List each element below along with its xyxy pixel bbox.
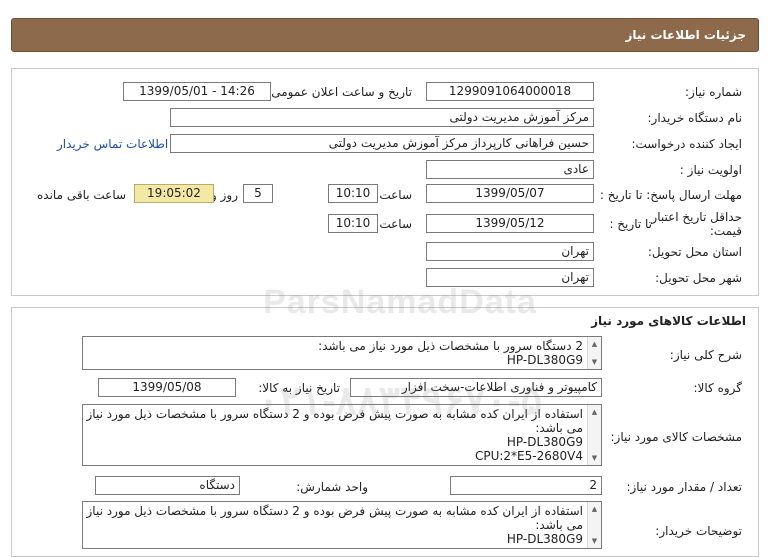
summary-line: 2 دستگاه سرور با مشخصات ذیل مورد نیاز می… bbox=[318, 339, 583, 353]
specs-line: می باشد: bbox=[535, 421, 583, 435]
need-number-label: شماره نیاز: bbox=[685, 85, 742, 99]
scroll-up-icon[interactable]: ▲ bbox=[588, 503, 601, 515]
city-field: تهران bbox=[426, 268, 594, 287]
remaining-time-label: ساعت باقی مانده bbox=[37, 188, 127, 202]
buyer-notes-textarea[interactable]: استفاده از ایران کده مشابه به صورت پیش ف… bbox=[82, 501, 602, 549]
announce-label: تاریخ و ساعت اعلان عمومی: bbox=[267, 85, 412, 99]
buyer-org-field: مرکز آموزش مدیریت دولتی bbox=[170, 108, 594, 127]
days-remaining-field: 5 bbox=[243, 184, 273, 203]
specs-line: CPU:2*E5-2680V4 bbox=[474, 449, 583, 463]
validity-date-field: 1399/05/12 bbox=[426, 214, 594, 233]
deadline-label: مهلت ارسال پاسخ: تا تاریخ : bbox=[599, 188, 742, 202]
buyer-notes-line: می باشد: bbox=[535, 518, 583, 532]
summary-textarea[interactable]: 2 دستگاه سرور با مشخصات ذیل مورد نیاز می… bbox=[82, 336, 602, 370]
specs-line: استفاده از ایران کده مشابه به صورت پیش ف… bbox=[86, 407, 584, 421]
buyer-notes-label: توضیحات خریدار: bbox=[655, 524, 742, 538]
validity-label-1: حداقل تاریخ اعتبار bbox=[651, 210, 742, 224]
specs-label: مشخصات کالای مورد نیاز: bbox=[610, 430, 742, 444]
buyer-contact-link[interactable]: اطلاعات تماس خریدار bbox=[57, 137, 168, 151]
need-date-field: 1399/05/08 bbox=[98, 378, 236, 397]
requester-label: ایجاد کننده درخواست: bbox=[631, 137, 742, 151]
need-number-field: 1299091064000018 bbox=[426, 82, 594, 101]
validity-label-2: قیمت: bbox=[709, 224, 742, 238]
goods-group-field: کامپیوتر و فناوری اطلاعات-سخت افزار bbox=[350, 378, 602, 397]
summary-label: شرح کلی نیاز: bbox=[669, 348, 742, 362]
page-title: جزئیات اطلاعات نیاز bbox=[625, 28, 746, 42]
unit-label: واحد شمارش: bbox=[296, 480, 368, 494]
summary-line: HP-DL380G9 bbox=[506, 353, 583, 367]
scroll-down-icon[interactable]: ▼ bbox=[588, 535, 601, 547]
goods-group-label: گروه کالا: bbox=[693, 381, 743, 395]
priority-field: عادی bbox=[426, 160, 594, 179]
scroll-down-icon[interactable]: ▼ bbox=[588, 356, 601, 368]
summary-scrollbar[interactable]: ▲ ▼ bbox=[587, 337, 601, 369]
province-field: تهران bbox=[426, 242, 594, 261]
need-date-label: تاریخ نیاز به کالا: bbox=[258, 381, 340, 395]
deadline-time-label: ساعت bbox=[379, 188, 412, 202]
specs-line: HP-DL380G9 bbox=[506, 435, 583, 449]
quantity-field: 2 bbox=[450, 476, 602, 495]
days-label: روز و bbox=[211, 188, 238, 202]
province-label: استان محل تحویل: bbox=[647, 245, 742, 259]
goods-info-panel: اطلاعات کالاهای مورد نیاز شرح کلی نیاز: … bbox=[11, 307, 759, 557]
requester-field: حسین فراهانی کارپرداز مرکز آموزش مدیریت … bbox=[170, 134, 594, 153]
validity-time-label: ساعت bbox=[379, 217, 412, 231]
specs-textarea[interactable]: استفاده از ایران کده مشابه به صورت پیش ف… bbox=[82, 404, 602, 466]
buyer-notes-scrollbar[interactable]: ▲ ▼ bbox=[587, 502, 601, 548]
deadline-date-field: 1399/05/07 bbox=[426, 184, 594, 203]
city-label: شهر محل تحویل: bbox=[655, 271, 742, 285]
quantity-label: تعداد / مقدار مورد نیاز: bbox=[626, 480, 742, 494]
buyer-org-label: نام دستگاه خریدار: bbox=[647, 111, 743, 125]
specs-scrollbar[interactable]: ▲ ▼ bbox=[587, 405, 601, 465]
deadline-time-field: 10:10 bbox=[328, 184, 378, 203]
scroll-up-icon[interactable]: ▲ bbox=[588, 406, 601, 418]
unit-field: دستگاه bbox=[95, 476, 240, 495]
priority-label: اولویت نیاز : bbox=[679, 163, 742, 177]
buyer-notes-line: استفاده از ایران کده مشابه به صورت پیش ف… bbox=[86, 504, 584, 518]
scroll-down-icon[interactable]: ▼ bbox=[588, 452, 601, 464]
page-header: جزئیات اطلاعات نیاز bbox=[11, 18, 759, 52]
remaining-time-field: 19:05:02 bbox=[134, 184, 214, 203]
need-info-panel: شماره نیاز: 1299091064000018 تاریخ و ساع… bbox=[11, 68, 759, 296]
buyer-notes-line: HP-DL380G9 bbox=[506, 532, 583, 546]
validity-to-label: تا تاریخ : bbox=[609, 217, 652, 231]
announce-field: 1399/05/01 - 14:26 bbox=[123, 82, 271, 101]
validity-time-field: 10:10 bbox=[328, 214, 378, 233]
goods-section-title: اطلاعات کالاهای مورد نیاز bbox=[591, 314, 746, 328]
scroll-up-icon[interactable]: ▲ bbox=[588, 338, 601, 350]
